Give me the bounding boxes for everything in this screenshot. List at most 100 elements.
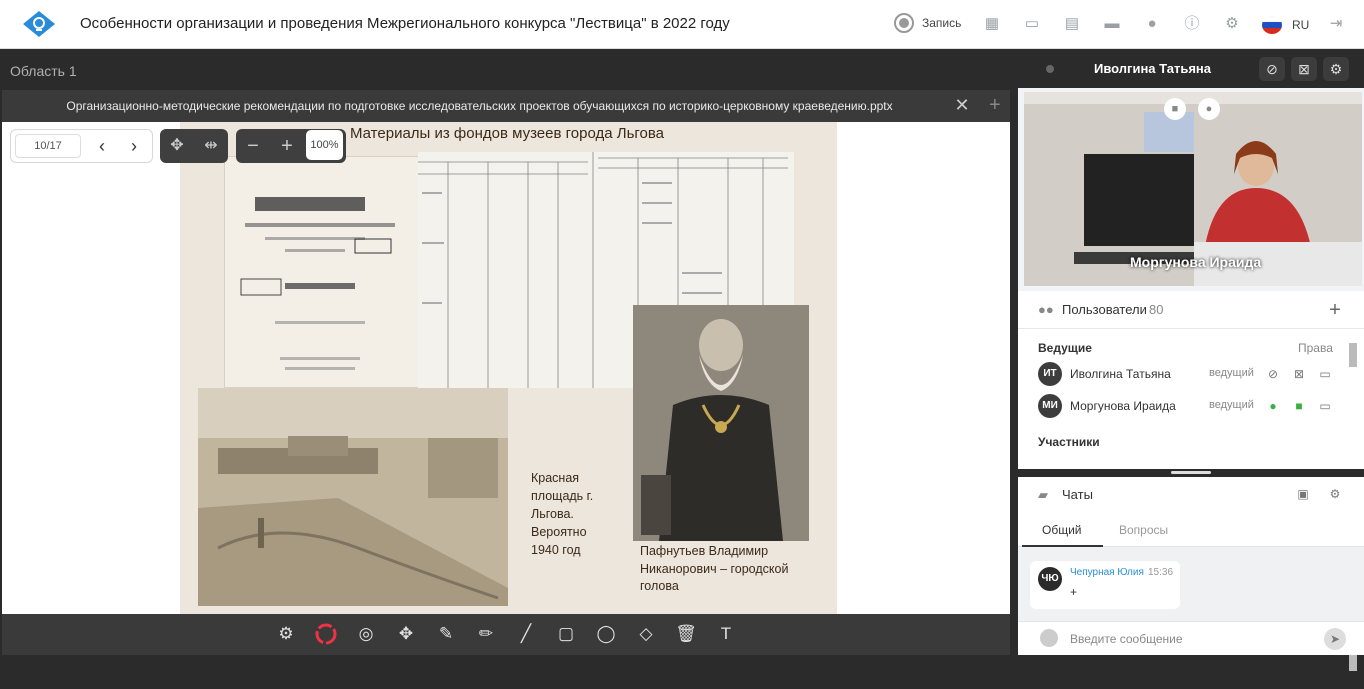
page-navigator: 10/17 ‹ ›: [10, 129, 153, 163]
add-tab-icon[interactable]: +: [989, 95, 1005, 115]
color-picker-icon[interactable]: [314, 622, 338, 646]
right-panel: Иволгина Татьяна ⊘ ⊠ ⚙ ■ ● Моргунова Ира…: [1018, 49, 1364, 671]
user-role: ведущий: [1209, 367, 1254, 379]
panel-resize-handle[interactable]: [1018, 469, 1364, 477]
zoom-controls: − + 100%: [236, 129, 346, 163]
chats-title: Чаты: [1062, 487, 1093, 502]
chat-export-icon[interactable]: ▣: [1294, 485, 1312, 503]
record-label: Запись: [922, 16, 962, 30]
mic-off-icon[interactable]: ⊘: [1264, 365, 1282, 383]
move-icon[interactable]: ✥: [394, 622, 418, 646]
slide-heading: Материалы из фондов музеев города Льгова: [350, 125, 665, 142]
folder-icon[interactable]: ▬: [1101, 13, 1123, 35]
video-host-name: Иволгина Татьяна: [1094, 61, 1212, 76]
message-author[interactable]: Чепурная Юлия: [1070, 567, 1144, 578]
line-icon[interactable]: ╱: [514, 622, 538, 646]
record-icon: [894, 13, 914, 33]
users-header: ●● Пользователи 80 +: [1018, 291, 1364, 329]
user-role: ведущий: [1209, 399, 1254, 411]
chat-input-bar: Введите сообщение ➤: [1018, 621, 1364, 655]
users-icon: ●●: [1038, 302, 1054, 317]
settings-icon[interactable]: ⚙: [274, 622, 298, 646]
video-camera-icon[interactable]: ■: [1164, 98, 1186, 120]
users-scrollbar[interactable]: [1348, 333, 1358, 467]
close-icon[interactable]: ✕: [952, 95, 972, 115]
mic-off-icon[interactable]: ⊘: [1259, 57, 1285, 81]
rights-label: Права: [1298, 341, 1333, 355]
slide-viewer: Материалы из фондов музеев города Льгова: [2, 122, 1010, 614]
avatar: ИТ: [1038, 362, 1062, 386]
top-bar: Особенности организации и проведения Меж…: [0, 0, 1364, 49]
layout-grid-icon[interactable]: ▦: [981, 13, 1003, 35]
brush-icon[interactable]: ✎: [434, 622, 458, 646]
send-icon[interactable]: ➤: [1324, 628, 1346, 650]
eraser-icon[interactable]: ◇: [634, 622, 658, 646]
zoom-in-icon[interactable]: +: [274, 133, 300, 159]
document-tab: Организационно-методические рекомендации…: [2, 90, 1010, 122]
page-title: Особенности организации и проведения Меж…: [80, 15, 730, 32]
status-dot-icon: [1046, 65, 1054, 73]
camera-on-icon[interactable]: ■: [1290, 397, 1308, 415]
fit-width-icon[interactable]: ⇹: [198, 133, 224, 159]
users-title: Пользователи: [1062, 302, 1147, 317]
camera-off-icon[interactable]: ⊠: [1291, 57, 1317, 81]
portrait-photo: [633, 305, 809, 541]
next-page-icon[interactable]: ›: [121, 134, 147, 158]
add-user-icon[interactable]: +: [1324, 300, 1346, 322]
users-count: 80: [1149, 302, 1164, 317]
message-input[interactable]: Введите сообщение: [1070, 632, 1183, 646]
text-icon[interactable]: T: [714, 622, 738, 646]
tab-general[interactable]: Общий: [1042, 523, 1082, 537]
user-name: Моргунова Ираида: [1070, 399, 1176, 413]
pencil-icon[interactable]: ✏: [474, 622, 498, 646]
video-header: Иволгина Татьяна ⊘ ⊠ ⚙: [1018, 49, 1364, 88]
mic-on-icon[interactable]: ●: [1264, 397, 1282, 415]
exit-icon[interactable]: ⇥: [1325, 13, 1347, 35]
user-row[interactable]: МИ Моргунова Ираида ведущий ● ■ ▭: [1038, 392, 1344, 420]
zoom-out-icon[interactable]: −: [240, 133, 266, 159]
page-number-input[interactable]: 10/17: [15, 134, 81, 158]
document-icon[interactable]: ▤: [1061, 13, 1083, 35]
gear-icon[interactable]: ⚙: [1323, 57, 1349, 81]
chat-message: ЧЮ Чепурная Юлия 15:36 +: [1030, 561, 1180, 609]
chat-tabs: Общий Вопросы: [1018, 515, 1364, 547]
gear-icon[interactable]: ⚙: [1326, 485, 1344, 503]
users-panel: ●● Пользователи 80 + Ведущие Права ИТ Ив…: [1018, 291, 1364, 469]
video-mic-icon[interactable]: ●: [1198, 98, 1220, 120]
user-name: Иволгина Татьяна: [1070, 367, 1171, 381]
presentation-slide: Материалы из фондов музеев города Льгова: [180, 122, 837, 614]
document-title: Организационно-методические рекомендации…: [66, 99, 893, 113]
user-settings-icon[interactable]: ●: [1141, 13, 1163, 35]
hosts-section-title: Ведущие: [1038, 341, 1092, 355]
participants-section-title: Участники: [1038, 435, 1100, 449]
record-button[interactable]: Запись: [894, 13, 961, 33]
message-text: +: [1070, 585, 1078, 599]
tab-questions[interactable]: Вопросы: [1119, 523, 1168, 537]
fit-page-icon[interactable]: ✥: [164, 133, 190, 159]
zoom-level[interactable]: 100%: [306, 130, 343, 160]
reference-book-photo: [224, 156, 420, 388]
previous-page-icon[interactable]: ‹: [89, 134, 115, 158]
user-row[interactable]: ИТ Иволгина Татьяна ведущий ⊘ ⊠ ▭: [1038, 360, 1344, 388]
screen-off-icon[interactable]: ▭: [1316, 365, 1334, 383]
gear-icon[interactable]: ⚙: [1221, 13, 1243, 35]
info-icon[interactable]: ⓘ: [1181, 13, 1203, 35]
ellipse-icon[interactable]: ◯: [594, 622, 618, 646]
rectangle-icon[interactable]: ▢: [554, 622, 578, 646]
chats-panel: ▰ Чаты ▣ ⚙ Общий Вопросы ЧЮ Чепурная Юли…: [1018, 477, 1364, 671]
area-label: Область 1: [10, 63, 77, 79]
russia-flag-icon[interactable]: [1262, 16, 1282, 34]
emoji-icon[interactable]: [1040, 629, 1058, 647]
red-square-photo: [198, 388, 508, 606]
drawing-toolbar: ⚙ ◎ ✥ ✎ ✏ ╱ ▢ ◯ ◇ 🗑 T: [2, 614, 1010, 655]
avatar: МИ: [1038, 394, 1062, 418]
screen-off-icon[interactable]: ▭: [1316, 397, 1334, 415]
screen-share-icon[interactable]: ▭: [1021, 13, 1043, 35]
camera-off-icon[interactable]: ⊠: [1290, 365, 1308, 383]
pointer-icon[interactable]: ◎: [354, 622, 378, 646]
trash-icon[interactable]: 🗑: [674, 622, 698, 646]
message-time: 15:36: [1148, 567, 1174, 578]
caption-portrait: Пафнутьев Владимир Никанорович – городск…: [640, 544, 789, 593]
chats-header: ▰ Чаты ▣ ⚙: [1018, 477, 1364, 513]
language-label[interactable]: RU: [1292, 18, 1309, 32]
